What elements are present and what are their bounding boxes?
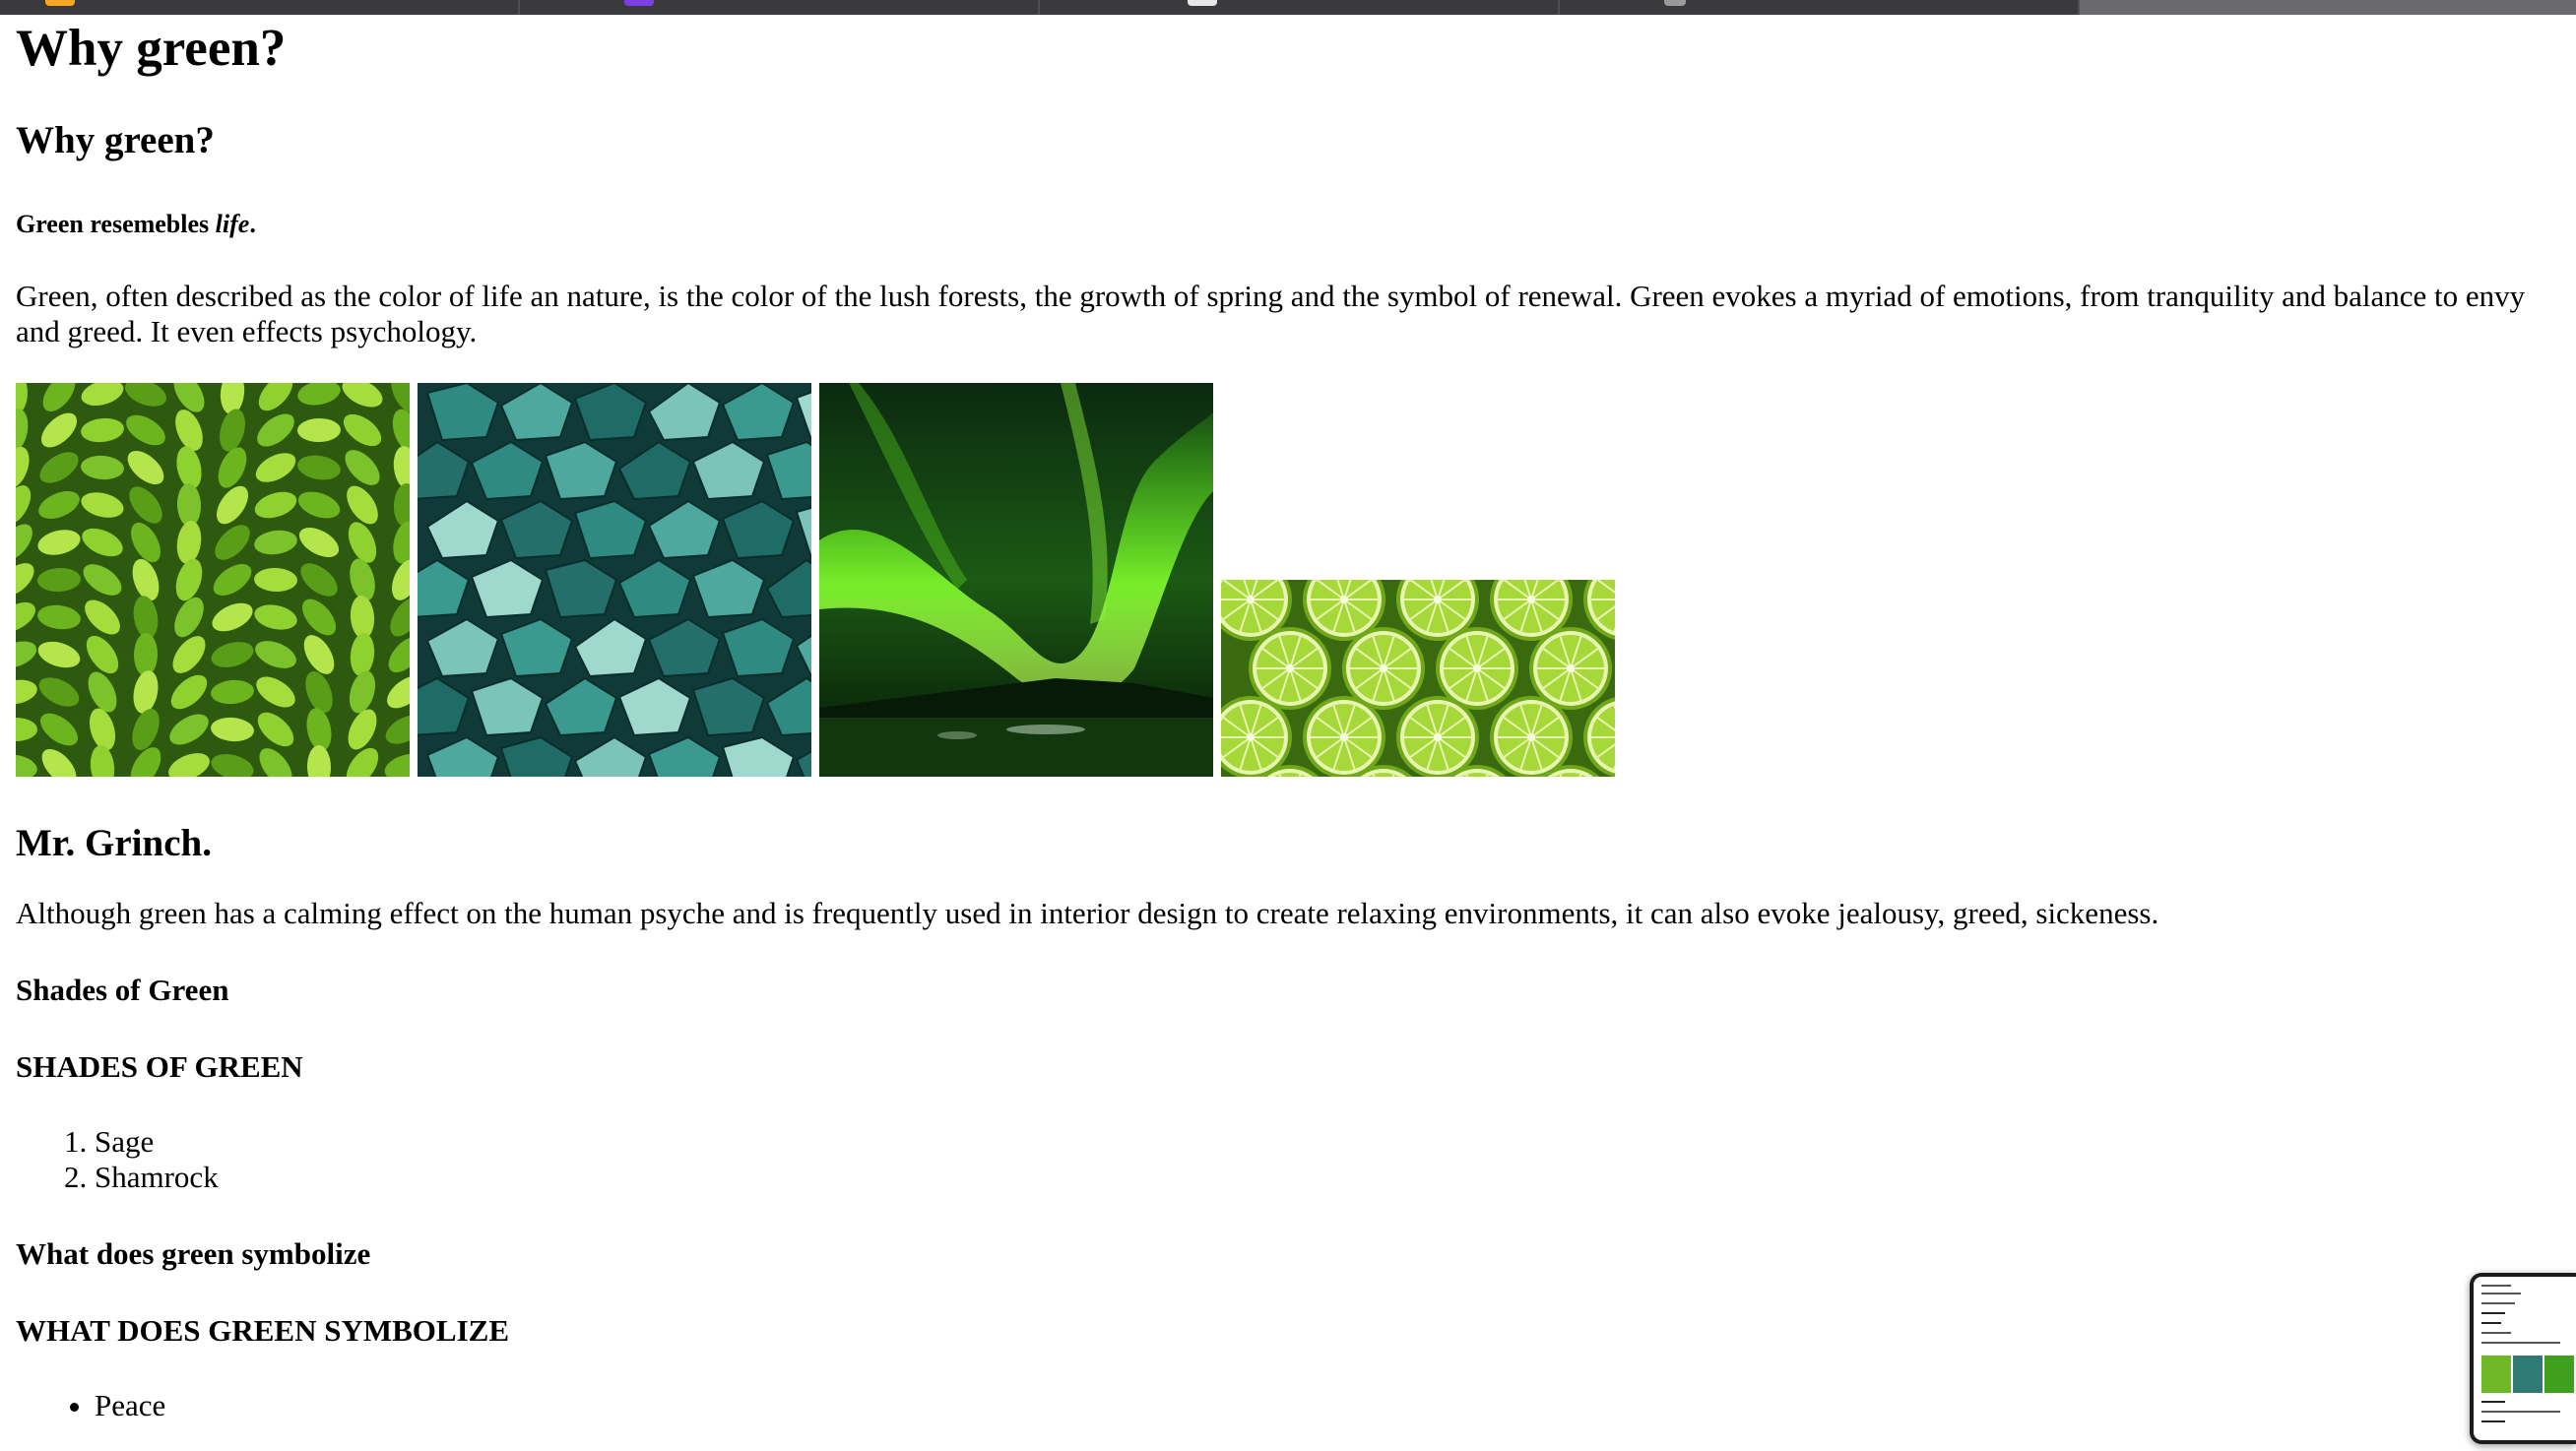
list-item: Shamrock	[95, 1160, 2560, 1195]
shades-list: Sage Shamrock	[16, 1124, 2560, 1195]
green-glass-rocks-image	[418, 383, 811, 777]
list-item: Peace	[95, 1388, 2560, 1423]
page-title: Why green?	[16, 20, 287, 77]
browser-tab-active[interactable]	[2080, 0, 2576, 15]
list-item: Sage	[95, 1124, 2560, 1160]
shades-heading: Shades of Green	[16, 973, 229, 1007]
tagline: Green resemebles life.	[16, 210, 2560, 239]
tab-favicon-icon	[1664, 0, 1686, 6]
aurora-image	[819, 383, 1213, 777]
browser-tab-2[interactable]	[520, 0, 1040, 15]
grinch-heading: Mr. Grinch.	[16, 822, 212, 864]
section-heading: Why green?	[16, 119, 215, 161]
symbolize-heading-upper: WHAT DOES GREEN SYMBOLIZE	[16, 1313, 509, 1348]
tagline-emphasis: life	[215, 210, 250, 238]
leaves-image	[16, 383, 410, 777]
tagline-prefix: Green resemebles	[16, 210, 216, 238]
browser-tab-3[interactable]	[1040, 0, 1560, 15]
intro-paragraph: Green, often described as the color of l…	[16, 279, 2526, 348]
tagline-suffix: .	[249, 210, 256, 238]
symbols-list: Peace	[16, 1388, 2560, 1423]
lime-slices-image	[1221, 580, 1615, 777]
image-gallery	[16, 383, 2560, 777]
page-content: Why green? Why green? Green resemebles l…	[16, 15, 2560, 1423]
tab-favicon-icon	[45, 0, 75, 6]
tab-favicon-icon	[624, 0, 654, 6]
browser-tab-1[interactable]	[0, 0, 520, 15]
screenshot-thumbnail-preview[interactable]	[2470, 1273, 2576, 1444]
browser-tab-4[interactable]	[1560, 0, 2080, 15]
shades-heading-upper: SHADES OF GREEN	[16, 1049, 303, 1084]
tab-favicon-icon	[1188, 0, 1217, 6]
symbolize-heading: What does green symbolize	[16, 1236, 371, 1271]
grinch-paragraph: Although green has a calming effect on t…	[16, 896, 2159, 930]
browser-tab-bar	[0, 0, 2576, 15]
